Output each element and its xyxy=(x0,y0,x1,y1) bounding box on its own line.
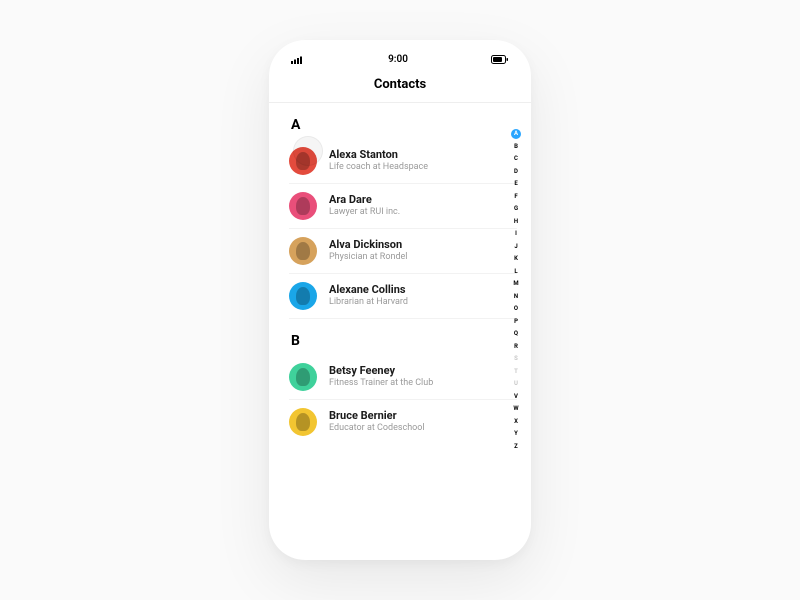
contact-name: Alexane Collins xyxy=(329,283,408,296)
index-letter-c[interactable]: C xyxy=(511,154,521,164)
index-letter-s[interactable]: S xyxy=(511,354,521,364)
avatar xyxy=(289,282,317,310)
index-letter-t[interactable]: T xyxy=(511,367,521,377)
section-header-a: A xyxy=(289,103,531,139)
index-letter-o[interactable]: O xyxy=(511,304,521,314)
avatar xyxy=(289,408,317,436)
avatar xyxy=(289,147,317,175)
index-letter-f[interactable]: F xyxy=(511,192,521,202)
alpha-index-rail[interactable]: ABCDEFGHIJKLMNOPQRSTUVWXYZ xyxy=(511,129,521,452)
contact-row[interactable]: Alexa Stanton Life coach at Headspace xyxy=(289,139,517,184)
section-header-b: B xyxy=(289,319,531,355)
index-letter-r[interactable]: R xyxy=(511,342,521,352)
contact-name: Ara Dare xyxy=(329,193,400,206)
index-letter-q[interactable]: Q xyxy=(511,329,521,339)
index-letter-p[interactable]: P xyxy=(511,317,521,327)
contact-sub: Fitness Trainer at the Club xyxy=(329,378,433,390)
signal-icon xyxy=(291,55,305,64)
contact-sub: Lawyer at RUI inc. xyxy=(329,207,400,219)
index-letter-v[interactable]: V xyxy=(511,392,521,402)
index-letter-d[interactable]: D xyxy=(511,167,521,177)
page-title: Contacts xyxy=(269,71,531,103)
avatar xyxy=(289,363,317,391)
index-letter-j[interactable]: J xyxy=(511,242,521,252)
phone-frame: 9:00 Contacts A Alexa Stanton Life coach… xyxy=(269,40,531,560)
index-letter-b[interactable]: B xyxy=(511,142,521,152)
contact-row[interactable]: Betsy Feeney Fitness Trainer at the Club xyxy=(289,355,517,400)
contact-row[interactable]: Alexane Collins Librarian at Harvard xyxy=(289,274,517,319)
contact-row[interactable]: Ara Dare Lawyer at RUI inc. xyxy=(289,184,517,229)
index-letter-g[interactable]: G xyxy=(511,204,521,214)
contact-name: Alva Dickinson xyxy=(329,238,407,251)
contact-row[interactable]: Alva Dickinson Physician at Rondel xyxy=(289,229,517,274)
contact-sub: Librarian at Harvard xyxy=(329,297,408,309)
index-letter-m[interactable]: M xyxy=(511,279,521,289)
index-letter-z[interactable]: Z xyxy=(511,442,521,452)
index-letter-n[interactable]: N xyxy=(511,292,521,302)
index-letter-w[interactable]: W xyxy=(511,404,521,414)
status-bar: 9:00 xyxy=(269,52,531,71)
battery-icon xyxy=(491,55,509,64)
index-letter-a[interactable]: A xyxy=(511,129,521,139)
status-time: 9:00 xyxy=(388,54,408,65)
index-letter-u[interactable]: U xyxy=(511,379,521,389)
index-letter-y[interactable]: Y xyxy=(511,429,521,439)
index-letter-i[interactable]: I xyxy=(511,229,521,239)
index-letter-l[interactable]: L xyxy=(511,267,521,277)
index-letter-e[interactable]: E xyxy=(511,179,521,189)
contact-sub: Life coach at Headspace xyxy=(329,162,428,174)
index-letter-x[interactable]: X xyxy=(511,417,521,427)
contact-sub: Physician at Rondel xyxy=(329,252,407,264)
contact-sub: Educator at Codeschool xyxy=(329,423,425,435)
avatar xyxy=(289,192,317,220)
contacts-list[interactable]: A Alexa Stanton Life coach at Headspace … xyxy=(269,103,531,543)
contact-name: Alexa Stanton xyxy=(329,148,428,161)
index-letter-h[interactable]: H xyxy=(511,217,521,227)
contact-row[interactable]: Bruce Bernier Educator at Codeschool xyxy=(289,400,517,444)
contact-name: Bruce Bernier xyxy=(329,409,425,422)
avatar xyxy=(289,237,317,265)
index-letter-k[interactable]: K xyxy=(511,254,521,264)
contact-name: Betsy Feeney xyxy=(329,364,433,377)
